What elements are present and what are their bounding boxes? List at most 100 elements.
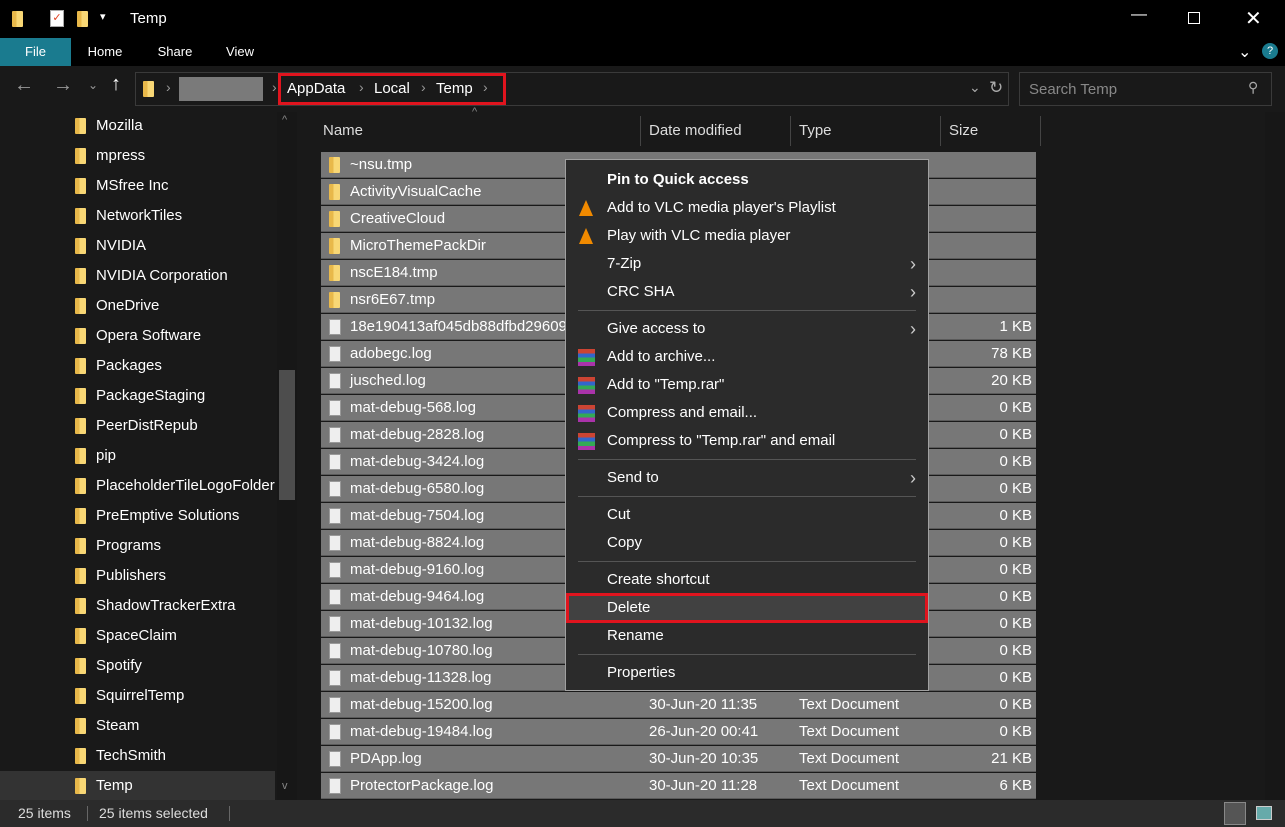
search-input[interactable]: Search Temp — [1029, 81, 1117, 98]
new-folder-icon[interactable] — [77, 11, 88, 27]
search-box[interactable]: Search Temp ⚲ — [1019, 72, 1272, 106]
file-row[interactable]: PDApp.log 30-Jun-20 10:35 Text Document 21 … — [321, 746, 1036, 772]
folder-icon — [75, 778, 86, 794]
folder-icon — [75, 358, 86, 374]
sidebar-item[interactable]: Steam — [0, 711, 275, 741]
sidebar-item[interactable]: NetworkTiles — [0, 201, 275, 231]
address-bar[interactable]: › › AppData › Local › Temp › ⌄ ↻ — [135, 72, 1009, 106]
file-size: 0 KB — [999, 642, 1032, 659]
sidebar-item[interactable]: pip — [0, 441, 275, 471]
file-name: 18e190413af045db88dfbd29609 — [350, 318, 567, 335]
sidebar-item[interactable]: PackageStaging — [0, 381, 275, 411]
refresh-icon[interactable]: ↻ — [989, 78, 1003, 98]
tab-home[interactable]: Home — [76, 38, 134, 66]
sidebar-item[interactable]: Mozilla — [0, 111, 275, 141]
sidebar-item-label: mpress — [96, 147, 146, 164]
sidebar-item[interactable]: SquirrelTemp — [0, 681, 275, 711]
menu-item-copy[interactable]: Copy — [566, 529, 928, 557]
menu-item-give-access-to[interactable]: Give access to › — [566, 315, 928, 343]
sidebar-item[interactable]: NVIDIA Corporation — [0, 261, 275, 291]
sidebar-item[interactable]: MSfree Inc — [0, 171, 275, 201]
recent-locations-icon[interactable]: ⌄ — [88, 78, 98, 92]
file-name: nscE184.tmp — [350, 264, 438, 281]
file-row[interactable]: ProtectorPackage.log 30-Jun-20 11:28 Text … — [321, 773, 1036, 799]
document-icon — [329, 562, 341, 578]
maximize-button[interactable] — [1188, 12, 1200, 24]
folder-icon — [329, 238, 340, 254]
menu-item-delete[interactable]: Delete — [566, 593, 928, 623]
sidebar-item[interactable]: NVIDIA — [0, 231, 275, 261]
menu-item-add-to-archive[interactable]: Add to archive... — [566, 343, 928, 371]
sidebar-item[interactable]: Packages — [0, 351, 275, 381]
menu-item-send-to[interactable]: Send to › — [566, 464, 928, 492]
sidebar-item[interactable]: TechSmith — [0, 741, 275, 771]
tab-view[interactable]: View — [214, 38, 266, 66]
sidebar-item[interactable]: SpaceClaim — [0, 621, 275, 651]
file-row[interactable]: mat-debug-15200.log 30-Jun-20 11:35 Text D… — [321, 692, 1036, 718]
tab-share[interactable]: Share — [148, 38, 202, 66]
context-menu: Pin to Quick access Add to VLC media play… — [565, 159, 929, 691]
navigation-bar: ← → ⌄ ↑ › › AppData › Local › Temp › ⌄ ↻… — [0, 66, 1285, 110]
column-size[interactable]: Size — [941, 116, 1041, 146]
file-row[interactable]: mat-debug-19484.log 26-Jun-20 00:41 Text D… — [321, 719, 1036, 745]
sidebar-item-label: PreEmptive Solutions — [96, 507, 240, 524]
sidebar-item[interactable]: mpress — [0, 141, 275, 171]
sidebar-item[interactable]: PreEmptive Solutions — [0, 501, 275, 531]
search-icon[interactable]: ⚲ — [1248, 79, 1258, 96]
customize-toolbar-icon[interactable]: ▾ — [100, 10, 106, 23]
menu-item-cut[interactable]: Cut — [566, 501, 928, 529]
sidebar-item[interactable]: Publishers — [0, 561, 275, 591]
close-button[interactable]: ✕ — [1245, 6, 1262, 31]
minimize-button[interactable]: — — [1131, 6, 1147, 24]
file-name: MicroThemePackDir — [350, 237, 486, 254]
document-icon — [329, 616, 341, 632]
menu-item-compress-to-temp-rar-and-email[interactable]: Compress to "Temp.rar" and email — [566, 427, 928, 455]
forward-button[interactable]: → — [53, 74, 73, 97]
sidebar-item[interactable]: OneDrive — [0, 291, 275, 321]
file-size: 0 KB — [999, 480, 1032, 497]
menu-item-compress-and-email[interactable]: Compress and email... — [566, 399, 928, 427]
address-dropdown-icon[interactable]: ⌄ — [969, 79, 981, 96]
sidebar-item[interactable]: PlaceholderTileLogoFolder — [0, 471, 275, 501]
menu-item-crc-sha[interactable]: CRC SHA › — [566, 278, 928, 306]
menu-item-play-with-vlc-media-player[interactable]: Play with VLC media player — [566, 222, 928, 250]
content-scrollbar[interactable] — [1265, 112, 1285, 800]
menu-item-rename[interactable]: Rename — [566, 622, 928, 650]
scroll-up-icon[interactable]: ^ — [282, 114, 287, 126]
help-icon[interactable]: ? — [1262, 43, 1278, 59]
details-view-button[interactable] — [1224, 802, 1246, 825]
up-button[interactable]: ↑ — [111, 73, 121, 96]
sidebar-item[interactable]: Opera Software — [0, 321, 275, 351]
menu-item-pin-to-quick-access[interactable]: Pin to Quick access — [566, 166, 928, 194]
large-icons-view-button[interactable] — [1256, 806, 1272, 820]
scroll-down-icon[interactable]: v — [282, 780, 288, 792]
menu-item-label: Create shortcut — [607, 571, 710, 588]
sidebar-item[interactable]: Spotify — [0, 651, 275, 681]
sidebar-item[interactable]: Programs — [0, 531, 275, 561]
item-count: 25 items — [18, 805, 71, 821]
properties-icon[interactable]: ✓ — [50, 10, 64, 27]
column-date-modified[interactable]: Date modified — [641, 116, 791, 146]
winrar-icon — [578, 349, 595, 366]
redacted-user-crumb[interactable] — [179, 77, 263, 101]
column-name[interactable]: Name — [315, 116, 641, 146]
column-type[interactable]: Type — [791, 116, 941, 146]
back-button[interactable]: ← — [14, 74, 34, 97]
sidebar-item-label: NVIDIA — [96, 237, 147, 254]
sidebar-item-label: PlaceholderTileLogoFolder — [96, 477, 275, 494]
menu-item-label: Cut — [607, 506, 631, 523]
sidebar-scrollbar[interactable]: ^ v — [277, 112, 297, 800]
tab-file[interactable]: File — [0, 38, 71, 66]
sidebar-item[interactable]: PeerDistRepub — [0, 411, 275, 441]
ribbon: File Home Share View ⌄ ? — [0, 38, 1285, 66]
sidebar-item[interactable]: Temp — [0, 771, 275, 801]
expand-ribbon-icon[interactable]: ⌄ — [1238, 42, 1251, 62]
menu-item-7-zip[interactable]: 7-Zip › — [566, 250, 928, 278]
sidebar-item[interactable]: ShadowTrackerExtra — [0, 591, 275, 621]
menu-item-add-to-vlc-media-player-s-playlist[interactable]: Add to VLC media player's Playlist — [566, 194, 928, 222]
menu-item-add-to-temp-rar[interactable]: Add to "Temp.rar" — [566, 371, 928, 399]
scrollbar-thumb[interactable] — [279, 370, 295, 500]
menu-item-create-shortcut[interactable]: Create shortcut — [566, 566, 928, 594]
menu-item-properties[interactable]: Properties — [566, 659, 928, 687]
file-size: 6 KB — [999, 777, 1032, 794]
